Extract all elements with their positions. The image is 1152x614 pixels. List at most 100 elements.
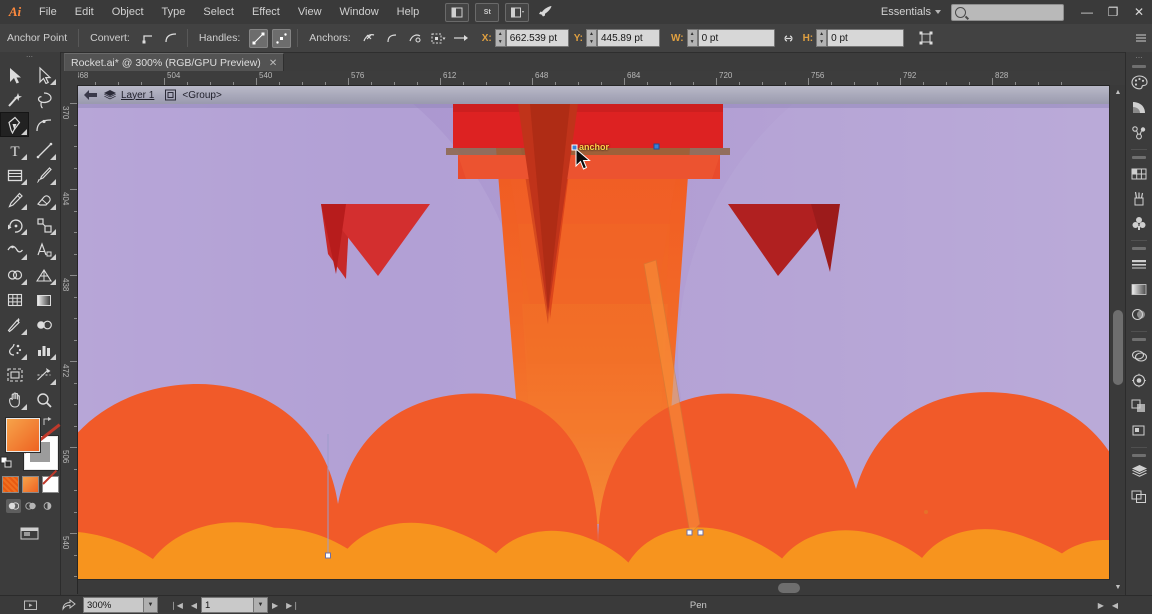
prev-artboard-icon[interactable]: ◀ xyxy=(187,601,201,610)
workspace-chevron-down-icon[interactable] xyxy=(935,10,941,14)
height-stepper[interactable]: ▲ ▼ xyxy=(816,29,828,47)
horizontal-scroll-thumb[interactable] xyxy=(778,583,800,593)
control-bar-menu-icon[interactable] xyxy=(1131,29,1150,48)
convert-to-smooth-icon[interactable] xyxy=(162,29,181,48)
artboard-dropdown-icon[interactable]: ▼ xyxy=(254,597,269,613)
stroke-panel-icon[interactable] xyxy=(1126,252,1152,277)
rotate-tool[interactable] xyxy=(0,212,29,237)
convert-to-corner-icon[interactable] xyxy=(139,29,158,48)
x-position-field[interactable]: 662.539 pt xyxy=(505,29,569,47)
dock-group-1-handle[interactable] xyxy=(1126,63,1152,70)
horizontal-ruler[interactable]: 468 504 540 576 612 648 684 720 756 792 828 xyxy=(78,71,1110,86)
magic-wand-tool[interactable] xyxy=(0,87,29,112)
hide-handles-icon[interactable] xyxy=(272,28,292,48)
pen-tool[interactable] xyxy=(0,112,29,137)
color-panel-icon[interactable] xyxy=(1126,70,1152,95)
zoom-level-field[interactable]: 300% xyxy=(83,597,144,613)
tool-flyout-indicator[interactable] xyxy=(21,129,27,135)
dock-group-3-handle[interactable] xyxy=(1126,245,1152,252)
menu-edit[interactable]: Edit xyxy=(66,0,103,24)
first-artboard-icon[interactable]: ❘◀ xyxy=(166,601,187,610)
change-screen-mode-button[interactable] xyxy=(16,520,45,545)
direct-selection-tool[interactable] xyxy=(29,62,58,87)
tool-flyout-indicator[interactable] xyxy=(50,279,56,285)
brushes-panel-icon[interactable] xyxy=(1126,186,1152,211)
tool-flyout-indicator[interactable] xyxy=(50,229,56,235)
canvas-artboard[interactable]: anchor xyxy=(78,104,1110,594)
tool-flyout-indicator[interactable] xyxy=(50,254,56,260)
breadcrumb-group-name[interactable]: <Group> xyxy=(182,90,221,101)
eyedropper-tool[interactable] xyxy=(0,312,29,337)
breadcrumb-back-icon[interactable] xyxy=(83,88,99,102)
arrange-documents-icon[interactable] xyxy=(505,2,530,22)
tool-flyout-indicator[interactable] xyxy=(21,279,27,285)
horizontal-scrollbar[interactable] xyxy=(78,579,1110,596)
presentation-mode-icon[interactable] xyxy=(22,597,39,613)
fill-swatch[interactable] xyxy=(6,418,40,452)
zoom-dropdown-icon[interactable]: ▼ xyxy=(144,597,158,613)
vertical-scrollbar[interactable]: ▲ ▼ xyxy=(1109,85,1126,594)
zoom-tool[interactable] xyxy=(29,387,58,412)
gradient-tool[interactable] xyxy=(29,287,58,312)
share-icon[interactable] xyxy=(60,597,77,613)
search-input[interactable] xyxy=(951,3,1064,21)
last-artboard-icon[interactable]: ▶❘ xyxy=(282,601,303,610)
rectangle-tool[interactable] xyxy=(0,162,29,187)
align-arrow-icon[interactable] xyxy=(452,29,471,48)
color-swatch-button[interactable] xyxy=(1,476,19,493)
tool-flyout-indicator[interactable] xyxy=(50,354,56,360)
height-field[interactable]: 0 pt xyxy=(827,29,905,47)
color-guide-panel-icon[interactable] xyxy=(1126,95,1152,120)
restore-button[interactable]: ❐ xyxy=(1100,0,1126,24)
tool-flyout-indicator[interactable] xyxy=(21,154,27,160)
tool-flyout-indicator[interactable] xyxy=(21,354,27,360)
tool-flyout-indicator[interactable] xyxy=(50,179,56,185)
menu-window[interactable]: Window xyxy=(331,0,388,24)
ruler-corner[interactable] xyxy=(60,71,79,86)
layers-panel-icon[interactable] xyxy=(1126,459,1152,484)
menu-file[interactable]: File xyxy=(30,0,66,24)
stock-icon[interactable]: St xyxy=(475,2,500,22)
workspace-switcher[interactable]: Essentials xyxy=(881,6,935,18)
remove-anchor-icon[interactable] xyxy=(360,29,379,48)
none-swatch-button[interactable] xyxy=(41,476,59,493)
appearance-panel-icon[interactable] xyxy=(1126,343,1152,368)
dock-group-4-handle[interactable] xyxy=(1126,336,1152,343)
connect-anchors-icon[interactable] xyxy=(383,29,402,48)
tool-flyout-indicator[interactable] xyxy=(50,379,56,385)
dock-group-5-handle[interactable] xyxy=(1126,452,1152,459)
curvature-tool[interactable] xyxy=(29,112,58,137)
tool-flyout-indicator[interactable] xyxy=(21,329,27,335)
tool-flyout-indicator[interactable] xyxy=(21,204,27,210)
link-dimensions-icon[interactable] xyxy=(779,29,798,48)
column-graph-tool[interactable] xyxy=(29,337,58,362)
tool-flyout-indicator[interactable] xyxy=(50,79,56,85)
slice-tool[interactable] xyxy=(29,362,58,387)
artboards-panel-icon[interactable] xyxy=(1126,484,1152,509)
type-tool[interactable]: T xyxy=(0,137,29,162)
graphic-styles-panel-icon[interactable] xyxy=(1126,368,1152,393)
x-position-stepper[interactable]: ▲ ▼ xyxy=(494,29,506,47)
align-panel-icon[interactable] xyxy=(1126,418,1152,443)
bridge-icon[interactable] xyxy=(445,2,470,22)
dock-grip[interactable]: ⋯ xyxy=(1126,52,1152,63)
artboard-number-field[interactable]: 1 xyxy=(201,597,255,613)
mesh-tool[interactable] xyxy=(0,287,29,312)
width-tool[interactable] xyxy=(0,237,29,262)
scroll-up-arrow-icon[interactable]: ▲ xyxy=(1110,85,1126,99)
cut-path-icon[interactable] xyxy=(406,29,425,48)
color-themes-panel-icon[interactable] xyxy=(1126,120,1152,145)
tools-panel-grip[interactable]: ⋯ xyxy=(0,52,60,62)
next-artboard-icon[interactable]: ▶ xyxy=(268,601,282,610)
document-tab-close-icon[interactable]: ✕ xyxy=(269,58,277,69)
menu-view[interactable]: View xyxy=(289,0,331,24)
hand-tool[interactable] xyxy=(0,387,29,412)
symbol-sprayer-tool[interactable] xyxy=(0,337,29,362)
menu-select[interactable]: Select xyxy=(194,0,243,24)
draw-inside-mode[interactable] xyxy=(40,499,55,513)
tool-flyout-indicator[interactable] xyxy=(21,179,27,185)
selection-tool[interactable] xyxy=(0,62,29,87)
isolate-selection-icon[interactable] xyxy=(429,29,448,48)
rocket-icon[interactable] xyxy=(535,4,557,21)
eraser-tool[interactable] xyxy=(29,187,58,212)
